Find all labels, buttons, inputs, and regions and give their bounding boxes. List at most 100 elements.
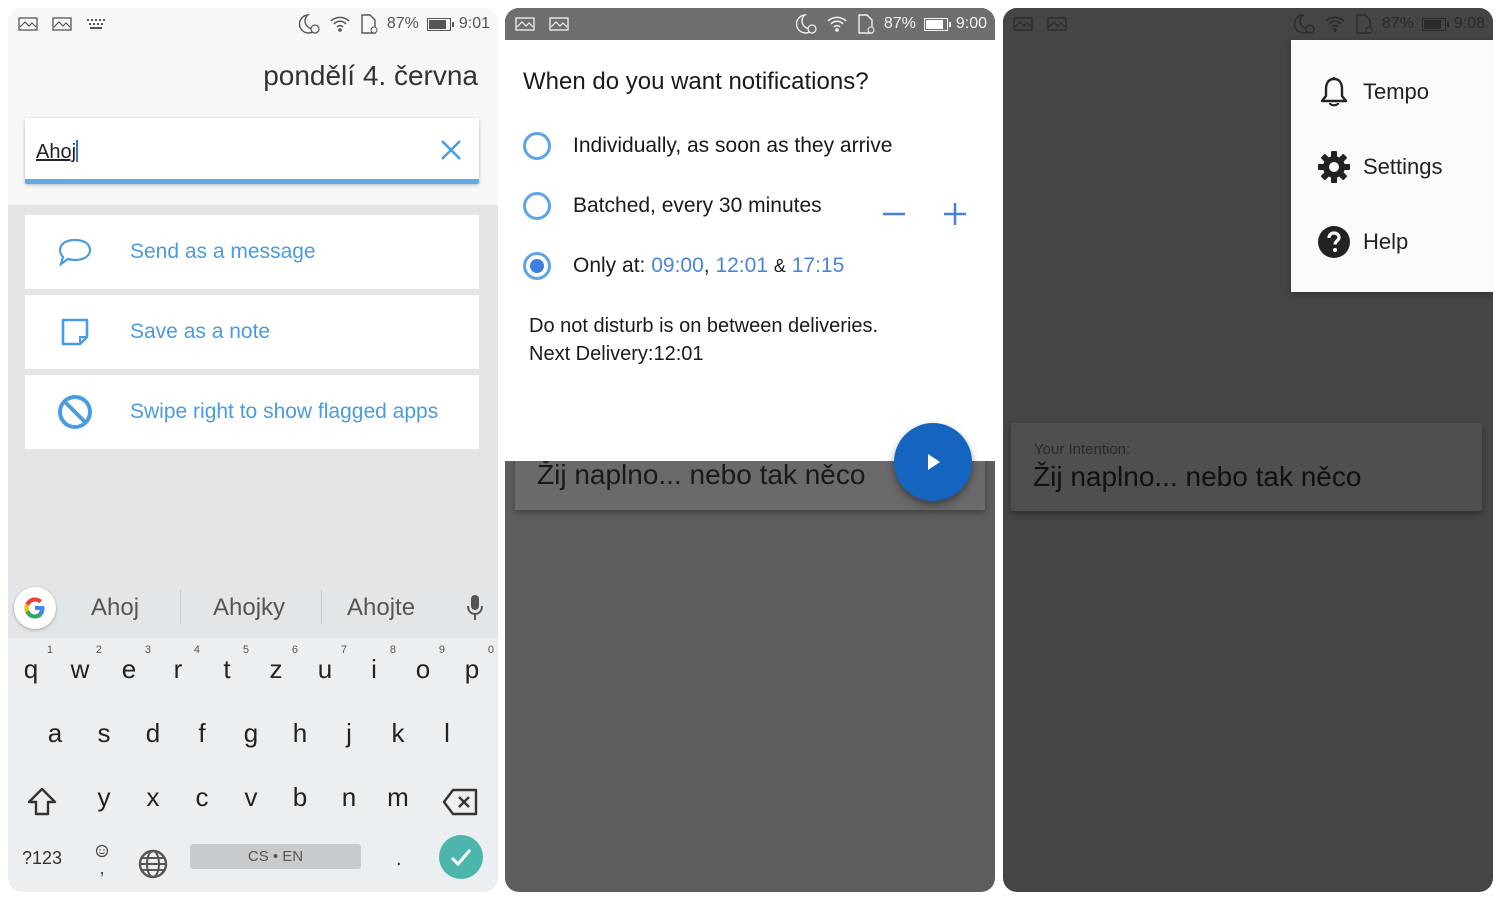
- shift-icon[interactable]: [26, 786, 58, 818]
- option-label: Only at:: [573, 254, 646, 277]
- result-label: Send as a message: [130, 240, 316, 263]
- battery-icon: [923, 17, 951, 31]
- key-label: i: [371, 654, 377, 684]
- backspace-icon[interactable]: [442, 788, 478, 816]
- key-hint: 1: [46, 644, 53, 656]
- key-j[interactable]: j: [329, 718, 369, 749]
- key-label: e: [121, 654, 137, 684]
- key-r[interactable]: r4: [158, 644, 200, 685]
- search-input[interactable]: Ahoj: [25, 118, 479, 184]
- plus-icon[interactable]: [941, 200, 969, 228]
- date-header: pondělí 4. června: [263, 60, 478, 91]
- time-link[interactable]: 17:15: [792, 254, 845, 278]
- key-i[interactable]: i8: [354, 644, 396, 685]
- intention-label: Your Intention:: [1034, 441, 1131, 458]
- google-logo-icon: [24, 597, 45, 619]
- key-n[interactable]: n: [329, 782, 369, 813]
- microphone-icon[interactable]: [466, 594, 484, 622]
- key-b[interactable]: b: [280, 782, 320, 813]
- key-m[interactable]: m: [378, 782, 418, 813]
- intention-text: Žij naplno... nebo tak něco: [537, 459, 866, 490]
- play-icon: [928, 454, 940, 470]
- key-hint: 8: [389, 644, 396, 656]
- key-v[interactable]: v: [231, 782, 271, 813]
- key-f[interactable]: f: [182, 718, 222, 749]
- time-link[interactable]: 09:00: [651, 254, 704, 278]
- key-h[interactable]: h: [280, 718, 320, 749]
- key-q[interactable]: q1: [11, 644, 53, 685]
- time-link[interactable]: 12:01: [715, 254, 768, 278]
- close-icon[interactable]: [439, 138, 463, 162]
- key-z[interactable]: z6: [256, 644, 299, 685]
- status-bar: 87% 9:00: [505, 8, 995, 40]
- globe-icon[interactable]: [137, 848, 169, 880]
- key-hint: 5: [242, 644, 249, 656]
- suggestion-word[interactable]: Ahoj: [91, 594, 139, 622]
- suggestion-word[interactable]: Ahojte: [347, 594, 415, 622]
- key-hint: 4: [193, 644, 200, 656]
- key-g[interactable]: g: [231, 718, 271, 749]
- period-key[interactable]: .: [396, 848, 402, 871]
- menu-item-label: Help: [1363, 229, 1409, 254]
- key-row-1: q1w2e3r4t5z6u7i8o9p0: [8, 644, 498, 714]
- key-u[interactable]: u7: [305, 644, 347, 685]
- emoji-comma-key[interactable]: ,: [92, 844, 112, 877]
- option-only-at[interactable]: Only at: 09:00, 12:01 & 17:15: [523, 252, 844, 280]
- key-o[interactable]: o9: [403, 644, 445, 685]
- key-row-2: asdfghjkl: [8, 718, 498, 778]
- key-label: t: [223, 654, 231, 684]
- results-list: Send as a message Save as a note Swipe r…: [8, 205, 498, 585]
- radio-button-selected[interactable]: [523, 252, 551, 280]
- minus-icon[interactable]: [880, 200, 908, 228]
- result-save-note[interactable]: Save as a note: [25, 295, 479, 369]
- option-batched[interactable]: Batched, every 30 minutes: [523, 192, 822, 220]
- key-hint: 9: [438, 644, 445, 656]
- space-bar[interactable]: CS • EN: [190, 844, 361, 869]
- key-hint: 0: [487, 644, 494, 656]
- option-individually[interactable]: Individually, as soon as they arrive: [523, 132, 892, 160]
- key-x[interactable]: x: [133, 782, 173, 813]
- keyboard: Ahoj Ahojky Ahojte q1w2e3r4t5z6u7i8o9p0 …: [8, 578, 498, 892]
- radio-button[interactable]: [523, 132, 551, 160]
- key-label: q: [23, 654, 39, 684]
- key-label: p: [464, 654, 480, 684]
- result-label: Save as a note: [130, 320, 271, 343]
- key-e[interactable]: e3: [109, 644, 151, 685]
- radio-button[interactable]: [523, 192, 551, 220]
- menu-item-tempo[interactable]: Tempo: [1317, 75, 1429, 109]
- result-flagged-apps[interactable]: Swipe right to show flagged apps: [25, 375, 479, 449]
- menu-item-settings[interactable]: Settings: [1317, 150, 1443, 184]
- keyboard-notification-icon: [87, 19, 105, 29]
- key-w[interactable]: w2: [60, 644, 102, 685]
- menu-item-label: Settings: [1363, 154, 1443, 179]
- option-label: Batched, every 30 minutes: [573, 194, 822, 217]
- image-notification-icon: [515, 17, 535, 31]
- key-y[interactable]: y: [84, 782, 124, 813]
- key-d[interactable]: d: [133, 718, 173, 749]
- result-send-message[interactable]: Send as a message: [25, 215, 479, 289]
- menu-item-help[interactable]: Help: [1317, 225, 1408, 259]
- option-label: Individually, as soon as they arrive: [573, 134, 893, 157]
- key-label: u: [317, 654, 333, 684]
- key-c[interactable]: c: [182, 782, 222, 813]
- enter-button[interactable]: [439, 835, 483, 879]
- phone-screen-menu: 87% 9:08 Your Intention: Žij naplno... n…: [1003, 8, 1493, 892]
- phone-screen-search: 87% 9:01 pondělí 4. června Ahoj Send as …: [8, 8, 498, 892]
- key-label: o: [415, 654, 431, 684]
- blocked-icon: [58, 395, 92, 429]
- google-button[interactable]: [14, 587, 56, 629]
- key-s[interactable]: s: [84, 718, 124, 749]
- key-p[interactable]: p0: [452, 644, 494, 685]
- key-a[interactable]: a: [35, 718, 75, 749]
- symbols-key[interactable]: ?123: [22, 848, 62, 869]
- key-t[interactable]: t5: [207, 644, 249, 685]
- image-notification-icon: [18, 17, 38, 31]
- play-button[interactable]: [894, 423, 972, 501]
- phone-screen-notifications: 87% 9:00 Žij naplno... nebo tak něco Whe…: [505, 8, 995, 892]
- key-l[interactable]: l: [427, 718, 467, 749]
- key-k[interactable]: k: [378, 718, 418, 749]
- status-bar: 87% 9:01: [8, 8, 498, 40]
- key-hint: 2: [95, 644, 102, 656]
- suggestion-word[interactable]: Ahojky: [213, 594, 285, 622]
- search-input-value[interactable]: Ahoj: [36, 140, 79, 164]
